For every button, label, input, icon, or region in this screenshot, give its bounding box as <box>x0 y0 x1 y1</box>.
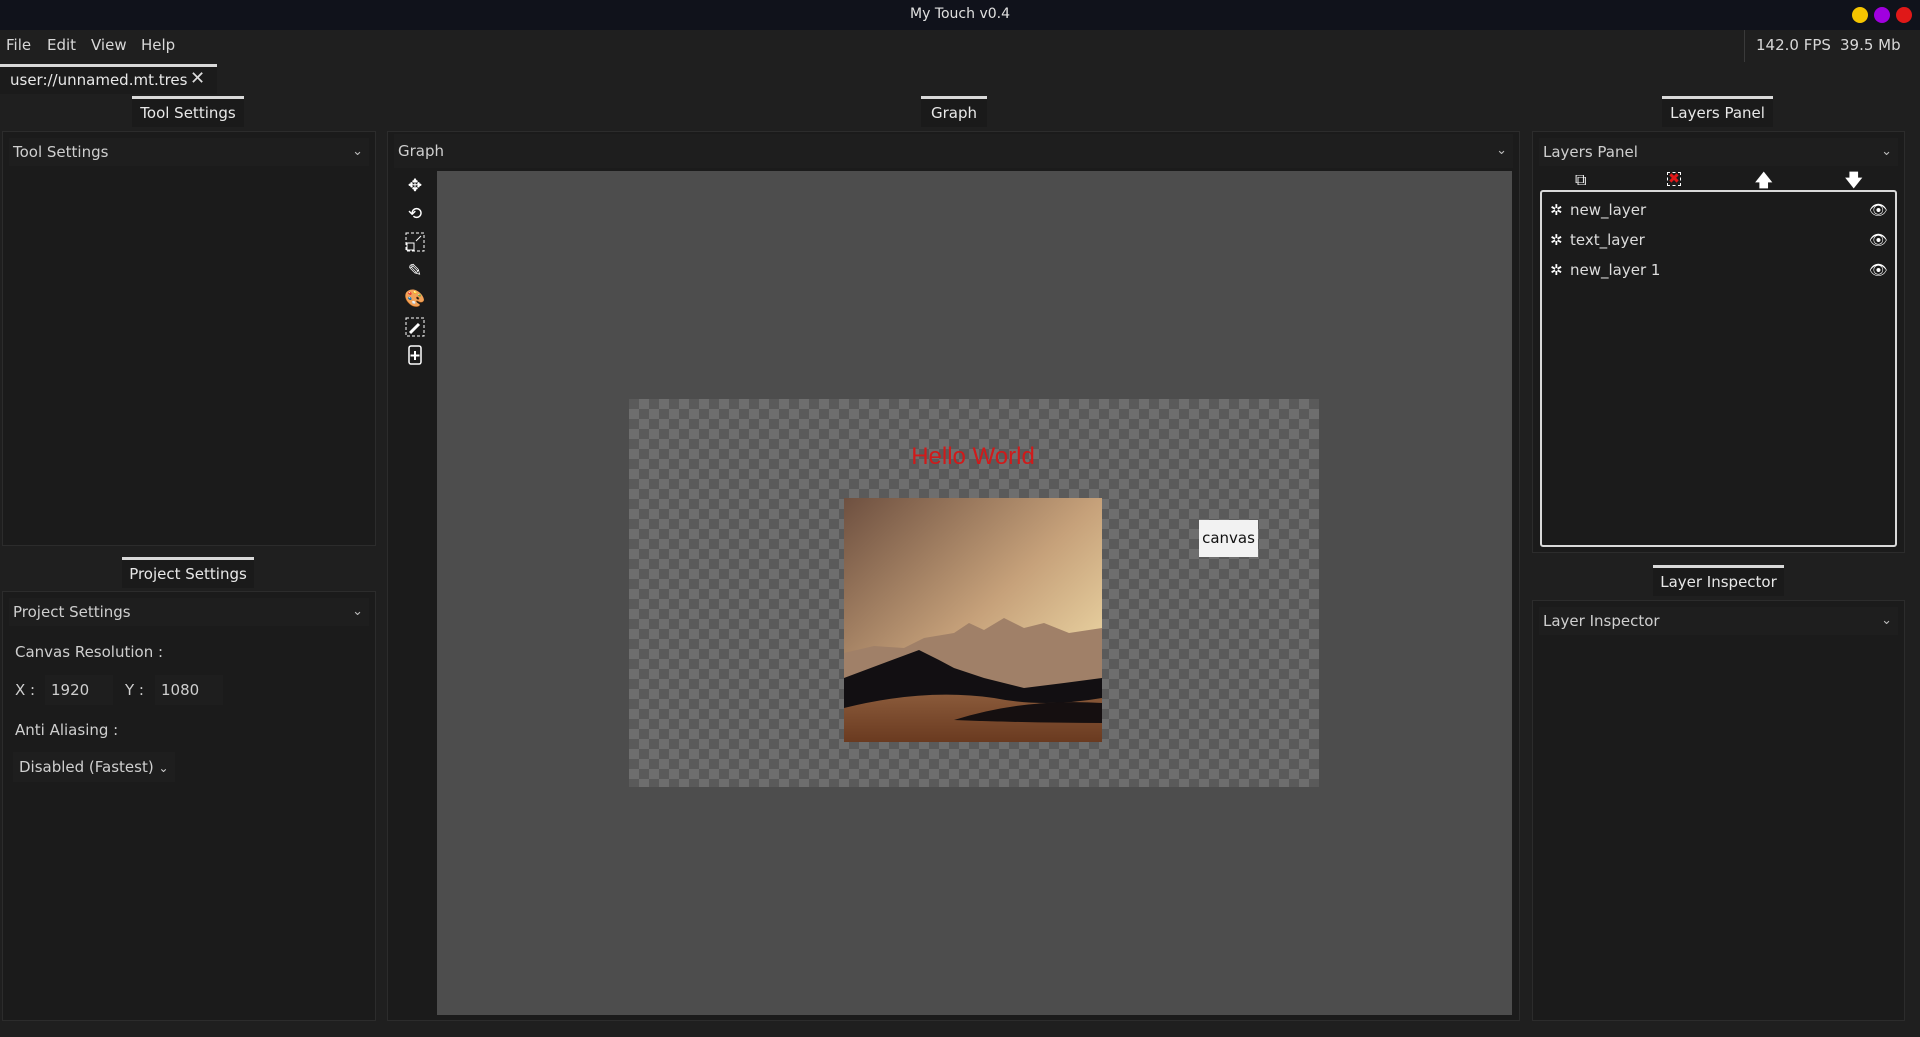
chevron-down-icon[interactable]: ⌄ <box>1496 134 1507 168</box>
layer-inspector-title: Layer Inspector <box>1543 612 1660 630</box>
anti-aliasing-label: Anti Aliasing : <box>15 721 119 739</box>
file-tab-label: user://unnamed.mt.tres <box>10 71 188 89</box>
layer-name: new_layer 1 <box>1570 261 1661 279</box>
tool-settings-panel: Tool Settings ⌄ <box>2 131 376 546</box>
close-icon[interactable]: ✕ <box>190 68 205 89</box>
tool-settings-title: Tool Settings <box>13 143 109 161</box>
close-window-button[interactable] <box>1896 7 1912 23</box>
add-file-icon[interactable] <box>404 344 426 366</box>
layers-panel-header[interactable]: Layers Panel ⌄ <box>1539 138 1898 166</box>
status-divider <box>1744 30 1745 62</box>
project-settings-panel: Project Settings ⌄ Canvas Resolution : X … <box>2 591 376 1021</box>
tab-layers-panel[interactable]: Layers Panel <box>1662 96 1773 127</box>
chevron-down-icon[interactable]: ⌄ <box>1881 607 1892 635</box>
graph-title: Graph <box>398 142 445 160</box>
layer-name: new_layer <box>1570 201 1647 219</box>
fps-readout: 142.0 FPS <box>1756 36 1831 54</box>
eye-icon[interactable]: 👁 <box>1869 227 1888 253</box>
duplicate-icon[interactable]: ⧉ <box>1575 170 1586 190</box>
rotate-icon[interactable]: ⟲ <box>404 203 426 225</box>
move-icon[interactable]: ✥ <box>404 175 426 197</box>
y-label: Y : <box>125 681 144 699</box>
chevron-down-icon[interactable]: ⌄ <box>352 598 363 626</box>
image-layer[interactable] <box>844 498 1102 742</box>
tab-graph[interactable]: Graph <box>921 96 987 127</box>
gear-icon[interactable]: ✲ <box>1550 197 1563 223</box>
canvas-node-label[interactable]: canvas <box>1199 520 1258 557</box>
hello-world-text[interactable]: Hello World <box>911 443 1035 471</box>
layer-item[interactable]: ✲ new_layer 1 👁 <box>1550 257 1890 283</box>
layer-inspector-header[interactable]: Layer Inspector ⌄ <box>1539 607 1898 635</box>
graph-header[interactable]: Graph ⌄ <box>394 134 1513 168</box>
menu-help[interactable]: Help <box>141 36 175 54</box>
tab-tool-settings[interactable]: Tool Settings <box>132 96 244 127</box>
anti-aliasing-value: Disabled (Fastest) <box>19 758 154 776</box>
palette-icon[interactable]: 🎨 <box>404 288 426 310</box>
window-title: My Touch v0.4 <box>910 6 1010 22</box>
gear-icon[interactable]: ✲ <box>1550 227 1563 253</box>
chevron-down-icon[interactable]: ⌄ <box>1881 138 1892 166</box>
chevron-down-icon[interactable]: ⌄ <box>352 138 363 166</box>
y-input[interactable]: 1080 <box>155 675 223 705</box>
tab-layer-inspector[interactable]: Layer Inspector <box>1653 565 1784 596</box>
anti-aliasing-select[interactable]: Disabled (Fastest) ⌄ <box>13 752 175 782</box>
x-input[interactable]: 1920 <box>45 675 113 705</box>
memory-readout: 39.5 Mb <box>1840 36 1901 54</box>
chevron-down-icon: ⌄ <box>158 761 169 775</box>
eye-icon[interactable]: 👁 <box>1869 197 1888 223</box>
scale-icon[interactable] <box>404 231 426 253</box>
menu-edit[interactable]: Edit <box>47 36 76 54</box>
x-label: X : <box>15 681 36 699</box>
menu-file[interactable]: File <box>6 36 31 54</box>
layer-inspector-panel: Layer Inspector ⌄ <box>1532 600 1905 1021</box>
project-settings-header[interactable]: Project Settings ⌄ <box>9 598 369 626</box>
gear-icon[interactable]: ✲ <box>1550 257 1563 283</box>
layer-item[interactable]: ✲ text_layer 👁 <box>1550 227 1890 253</box>
layer-item[interactable]: ✲ new_layer 👁 <box>1550 197 1890 223</box>
eyedropper-icon[interactable] <box>404 316 426 338</box>
layer-name: text_layer <box>1570 231 1645 249</box>
canvas-resolution-label: Canvas Resolution : <box>15 643 164 661</box>
eye-icon[interactable]: 👁 <box>1869 257 1888 283</box>
layers-panel-title: Layers Panel <box>1543 143 1638 161</box>
tool-settings-header[interactable]: Tool Settings ⌄ <box>9 138 369 166</box>
tab-project-settings[interactable]: Project Settings <box>122 557 254 588</box>
maximize-button[interactable] <box>1874 7 1890 23</box>
delete-icon[interactable]: ✖ <box>1667 172 1681 186</box>
file-tab[interactable]: user://unnamed.mt.tres ✕ <box>0 64 217 94</box>
pencil-icon[interactable]: ✎ <box>404 260 426 282</box>
title-bar: My Touch v0.4 <box>0 0 1920 30</box>
menu-view[interactable]: View <box>91 36 127 54</box>
project-settings-title: Project Settings <box>13 603 131 621</box>
minimize-button[interactable] <box>1852 7 1868 23</box>
